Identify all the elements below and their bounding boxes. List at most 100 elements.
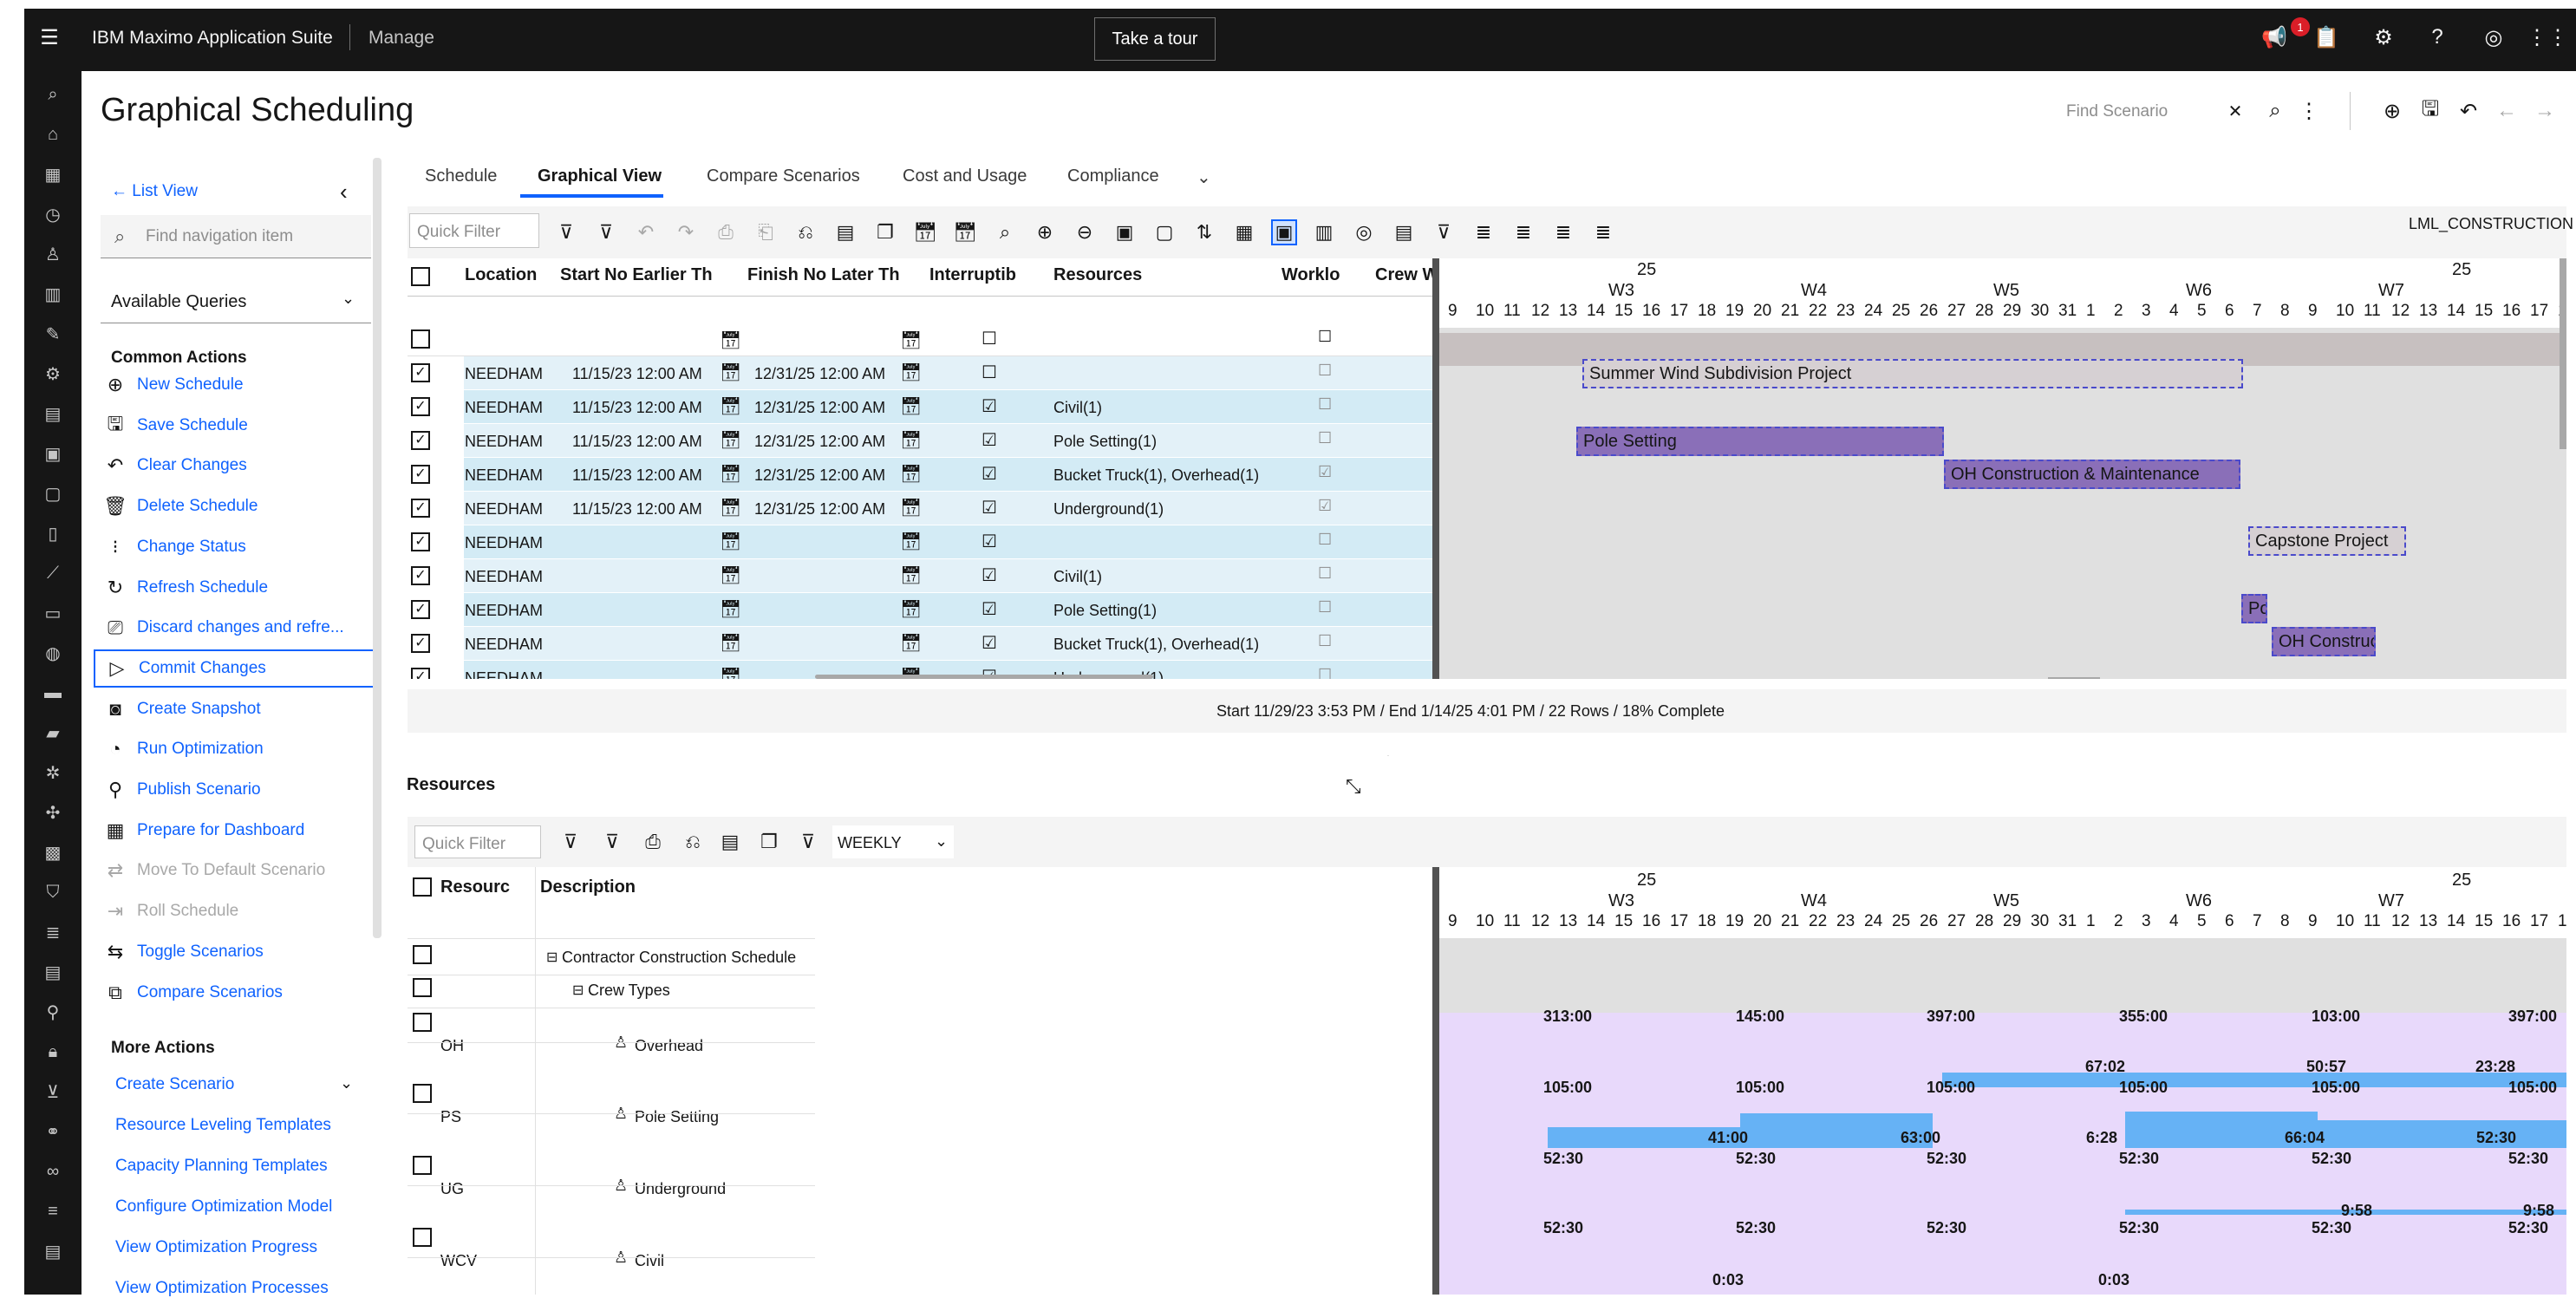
calendar-icon[interactable]: 📅︎ <box>900 463 922 485</box>
column-crew[interactable]: Crew W <box>1375 265 1432 285</box>
menu-icon[interactable]: ☰ <box>36 24 62 50</box>
checkbox[interactable]: ☐ <box>1318 328 1332 346</box>
action-refresh-schedule[interactable]: ↻ Refresh Schedule <box>94 569 375 607</box>
help-icon[interactable]: ? <box>2424 24 2450 50</box>
sliders-icon[interactable]: ≡ <box>40 1198 66 1224</box>
action-discard-changes-and-refre[interactable]: ⎚ Discard changes and refre... <box>94 609 375 647</box>
dependencies-icon[interactable]: ▦ <box>1231 219 1257 245</box>
outdent-icon[interactable]: ≣ <box>1550 219 1576 245</box>
cell-start[interactable]: 11/15/23 12:00 AM <box>572 466 702 485</box>
column-workload[interactable]: Worklo <box>1281 265 1340 285</box>
calendar-icon[interactable]: 📅︎ <box>720 564 741 586</box>
print-icon[interactable]: ⎙ <box>640 829 666 855</box>
column-interruptible[interactable]: Interruptib <box>929 265 1016 285</box>
cell-finish[interactable]: 12/31/25 12:00 AM <box>754 466 885 485</box>
undo-icon[interactable]: ↶ <box>2455 98 2481 124</box>
cell-interruptible[interactable]: ☑ <box>981 598 997 620</box>
action-create-snapshot[interactable]: ◙ Create Snapshot <box>94 690 375 728</box>
binoculars-icon[interactable]: ∞ <box>40 1158 66 1184</box>
action-compare-scenarios[interactable]: ⧉ Compare Scenarios <box>94 974 375 1012</box>
filter-icon[interactable]: ⊽ <box>553 219 579 245</box>
calendar-icon[interactable]: 📅︎ <box>720 531 741 552</box>
calendar-icon[interactable]: 📅︎ <box>900 497 922 519</box>
person-icon[interactable]: ♙ <box>40 241 66 267</box>
contract-icon[interactable]: ▤ <box>40 959 66 985</box>
action-commit-changes[interactable]: ▷ Commit Changes <box>94 649 375 688</box>
location-icon[interactable]: ⚲ <box>40 999 66 1025</box>
clear-filter-icon[interactable]: ⊽ <box>599 829 625 855</box>
calendar-icon[interactable]: 📅︎ <box>720 598 741 620</box>
cell-interruptible[interactable]: ☑ <box>981 497 997 519</box>
tab-cost-and-usage[interactable]: Cost and Usage <box>903 166 1027 186</box>
cell-workload[interactable]: ☐ <box>1318 666 1332 679</box>
gantt-bar[interactable]: OH Construction & Maintenance <box>1944 460 2240 489</box>
calendar-icon[interactable]: 📅︎ <box>900 362 922 383</box>
column-location[interactable]: Location <box>465 265 537 285</box>
calendar-icon[interactable]: 📅︎ <box>720 632 741 654</box>
calendar-icon[interactable]: 📅︎ <box>720 463 741 485</box>
more-action-link[interactable]: View Optimization Processes <box>115 1279 329 1298</box>
more-action-link[interactable]: View Optimization Progress <box>115 1238 317 1257</box>
cell-workload[interactable]: ☑ <box>1318 497 1332 515</box>
add-icon[interactable]: ⊕ <box>2379 98 2405 124</box>
available-queries-dropdown[interactable]: Available Queries <box>101 280 371 323</box>
clear-filter-icon[interactable]: ⊽ <box>593 219 619 245</box>
cell-finish[interactable]: 12/31/25 12:00 AM <box>754 365 885 383</box>
calendar-icon[interactable]: 📅︎ <box>900 598 922 620</box>
calendar-icon[interactable]: ▩ <box>40 839 66 865</box>
table-row[interactable]: ✓ NEEDHAM 📅︎ 📅︎ ☑ Civil(1) ☐ <box>408 559 1432 593</box>
expand-icon[interactable]: ⊟ <box>546 949 558 966</box>
row-checkbox[interactable]: ✓ <box>411 566 430 585</box>
action-change-status[interactable]: ⁝ Change Status <box>94 528 375 566</box>
action-move-to-default-scenario[interactable]: ⇄ Move To Default Scenario <box>94 851 375 890</box>
clipboard-icon[interactable]: 📋 <box>2313 24 2339 50</box>
document-icon[interactable]: ▤ <box>40 401 66 427</box>
action-save-schedule[interactable]: 🖫 Save Schedule <box>94 407 375 445</box>
chart-icon[interactable]: ▥ <box>40 281 66 307</box>
settings-icon[interactable]: ✲ <box>40 760 66 786</box>
cell-interruptible[interactable]: ☑ <box>981 395 997 417</box>
calendar-icon[interactable]: 📅︎ <box>900 564 922 586</box>
shield-icon[interactable]: ⛉ <box>40 879 66 905</box>
gantt-bar[interactable]: OH Construct <box>2272 627 2376 656</box>
fullscreen-icon[interactable]: ▢ <box>1151 219 1177 245</box>
row-checkbox[interactable]: ✓ <box>411 668 430 679</box>
report-icon[interactable]: ▢ <box>40 480 66 506</box>
tabs-overflow-chevron-icon[interactable]: ⌄ <box>1197 166 1211 188</box>
more-action-link[interactable]: Configure Optimization Model <box>115 1197 332 1216</box>
page-icon[interactable]: ▯ <box>40 520 66 546</box>
row-checkbox[interactable] <box>413 1084 432 1103</box>
row-checkbox[interactable]: ✓ <box>411 397 430 416</box>
gantt-bar[interactable]: Po <box>2241 594 2267 623</box>
row-checkbox[interactable] <box>411 329 430 349</box>
tab-graphical-view[interactable]: Graphical View <box>538 166 662 186</box>
chevron-down-icon[interactable]: ⌄ <box>340 1074 353 1093</box>
row-checkbox[interactable]: ✓ <box>411 634 430 653</box>
tab-schedule[interactable]: Schedule <box>425 166 497 186</box>
column-resources[interactable]: Resources <box>1053 265 1142 285</box>
export-icon[interactable]: ⎌ <box>680 829 706 855</box>
table-row[interactable]: ✓ NEEDHAM 📅︎ 📅︎ ☑ Pole Setting(1) ☐ <box>408 593 1432 627</box>
calendar-icon[interactable]: 📅︎ <box>720 666 741 679</box>
clipboard-icon[interactable]: ▣ <box>40 440 66 466</box>
table-row[interactable]: ✓ NEEDHAM 11/15/23 12:00 AM 📅︎ 12/31/25 12:0… <box>408 390 1432 424</box>
cell-interruptible[interactable]: ☑ <box>981 632 997 654</box>
column-start[interactable]: Start No Earlier Th <box>560 265 713 285</box>
critical-path-icon[interactable]: ⇅ <box>1191 219 1217 245</box>
cell-start[interactable]: 11/15/23 12:00 AM <box>572 365 702 383</box>
expand-icon[interactable]: ⊟ <box>572 982 584 999</box>
action-run-optimization[interactable]: ◔ Run Optimization <box>94 730 375 768</box>
cell-interruptible[interactable]: ☑ <box>981 531 997 552</box>
more-action-link[interactable]: Capacity Planning Templates <box>115 1157 328 1176</box>
table-row[interactable]: ✓ NEEDHAM 11/15/23 12:00 AM 📅︎ 12/31/25 12:0… <box>408 356 1432 390</box>
more-action-link[interactable]: Resource Leveling Templates <box>115 1116 331 1135</box>
search-icon[interactable]: ⌕ <box>2262 98 2288 124</box>
cell-workload[interactable]: ☐ <box>1318 395 1332 414</box>
row-checkbox[interactable]: ✓ <box>411 465 430 484</box>
globe-icon[interactable]: ◍ <box>40 640 66 666</box>
find-icon[interactable]: ⌕ <box>992 219 1018 245</box>
pdf-icon[interactable]: ⎗ <box>753 219 779 245</box>
overflow-menu-icon[interactable]: ⋮ <box>2296 98 2322 124</box>
select-all-checkbox[interactable] <box>413 877 432 897</box>
filter-settings-icon[interactable]: ⊽ <box>1431 219 1457 245</box>
